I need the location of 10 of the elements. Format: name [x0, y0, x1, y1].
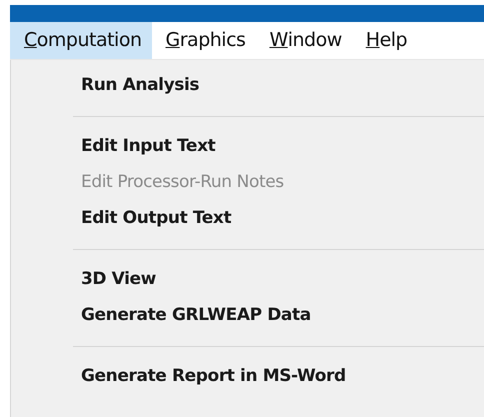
menu-option[interactable]: 3D View — [11, 262, 484, 298]
menu-option[interactable]: Generate Report in MS-Word — [11, 359, 484, 395]
menu-option[interactable]: Edit Output Text — [11, 201, 484, 237]
menu-option[interactable]: Run Analysis — [11, 68, 484, 104]
menu-item[interactable]: Computation — [10, 22, 152, 59]
menu-item[interactable]: Help — [352, 22, 418, 59]
menu-item[interactable]: Window — [255, 22, 352, 59]
menu-option[interactable]: Generate GRLWEAP Data — [11, 298, 484, 334]
menu-item[interactable]: Graphics — [152, 22, 256, 59]
menu-option[interactable]: Edit Input Text — [11, 129, 484, 165]
